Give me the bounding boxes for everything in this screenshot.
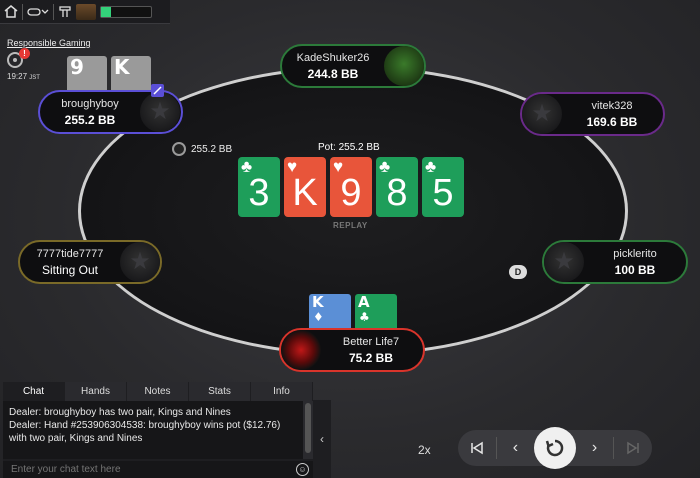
star-icon: ★ [149, 98, 171, 125]
avatar [384, 46, 424, 86]
poker-table-window: Responsible Gaming ! 19:27 JST 9 K broug… [0, 0, 700, 478]
card-rank: 5 [432, 172, 454, 214]
skip-start-icon [471, 441, 483, 455]
bet-chips: 255.2 BB [172, 142, 232, 156]
tab-info[interactable]: Info [251, 382, 313, 401]
card-rank: 8 [386, 172, 408, 214]
clock-time-value: 19:27 [7, 72, 28, 81]
board-card-4: ♣ 8 [376, 157, 418, 217]
hero-card-2: A ♣ [355, 293, 397, 332]
player-seat-hero[interactable]: Better Life7 75.2 BB [279, 328, 425, 372]
time-bank-fill [101, 6, 111, 17]
skip-end-icon [627, 441, 639, 455]
edit-note-icon[interactable] [151, 84, 164, 97]
bet-amount: 255.2 BB [191, 143, 233, 155]
chip-icon [172, 142, 186, 156]
player-stack: 100 BB [614, 262, 656, 277]
alert-badge: ! [19, 48, 30, 59]
tab-stats[interactable]: Stats [189, 382, 251, 401]
card-suit: ♦ [313, 310, 324, 324]
view-toggle-icon[interactable] [27, 3, 49, 21]
replay-watermark: REPLAY [333, 221, 368, 230]
step-back-button[interactable]: ‹ [497, 430, 535, 466]
player-seat-vitek328[interactable]: ★ vitek328 169.6 BB [520, 92, 665, 136]
tab-chat[interactable]: Chat [3, 382, 65, 401]
top-toolbar [0, 0, 170, 24]
card-rank: 9 [340, 172, 362, 214]
player-name: 7777tide7777 [36, 247, 104, 260]
star-icon: ★ [531, 100, 553, 127]
chat-message: Dealer: broughyboy has two pair, Kings a… [9, 407, 231, 418]
time-bank-meter [100, 5, 152, 18]
skip-to-end-button[interactable] [614, 430, 652, 466]
board-card-1: ♣ 3 [238, 157, 280, 217]
clock-time: 19:27 JST [7, 72, 40, 81]
dealer-button: D [509, 265, 527, 279]
tab-hands[interactable]: Hands [65, 382, 127, 401]
chat-log: Dealer: broughyboy has two pair, Kings a… [3, 401, 303, 459]
player-stack: 255.2 BB [64, 112, 116, 127]
card-rank: 9 [70, 55, 84, 79]
board-card-3: ♥ 9 [330, 157, 372, 217]
player-seat-picklerito[interactable]: ★ picklerito 100 BB [542, 240, 688, 284]
card-suit: ♣ [359, 310, 370, 324]
toolbar-divider [53, 3, 54, 20]
player-name: Better Life7 [342, 335, 400, 348]
chat-scrollbar[interactable] [303, 401, 313, 459]
table-thumbnail[interactable] [76, 3, 96, 20]
card-rank: K [292, 172, 318, 214]
star-icon: ★ [553, 248, 575, 275]
step-forward-button[interactable]: › [576, 430, 614, 466]
player-name: picklerito [613, 247, 657, 260]
replay-icon [545, 439, 564, 457]
player-seat-7777tide7777[interactable]: 7777tide7777 Sitting Out ★ [18, 240, 162, 284]
hero-card-1: K ♦ [309, 293, 351, 332]
player-stack: 244.8 BB [307, 66, 359, 81]
card-rank: K [114, 55, 130, 79]
chat-panel: Chat Hands Notes Stats Info Dealer: brou… [3, 382, 313, 478]
chat-tabs: Chat Hands Notes Stats Info [3, 382, 313, 401]
home-icon[interactable] [4, 3, 18, 21]
player-name: KadeShuker26 [296, 51, 370, 64]
toolbar-divider [22, 3, 23, 20]
avatar: ★ [140, 92, 180, 132]
tab-notes[interactable]: Notes [127, 382, 189, 401]
player-stack: 75.2 BB [348, 350, 394, 365]
chat-input[interactable] [3, 461, 313, 478]
player-name: broughyboy [61, 97, 119, 110]
chevron-right-icon: › [591, 439, 598, 456]
menu-icon[interactable] [58, 3, 72, 21]
player-stack: 169.6 BB [586, 114, 638, 129]
player-seat-kadeshuker26[interactable]: KadeShuker26 244.8 BB [280, 44, 426, 88]
pot-label: Pot: 255.2 BB [318, 142, 380, 153]
avatar: ★ [544, 242, 584, 282]
player-status: Sitting Out [41, 262, 99, 277]
chevron-left-icon: ‹ [320, 432, 324, 446]
board-card-2: ♥ K [284, 157, 326, 217]
replay-speed[interactable]: 2x [418, 443, 431, 457]
player-name: vitek328 [591, 99, 633, 112]
avatar: ★ [120, 242, 160, 282]
board-card-5: ♣ 5 [422, 157, 464, 217]
replay-button[interactable] [534, 427, 576, 469]
card-rank: 3 [248, 172, 270, 214]
chevron-left-icon: ‹ [512, 439, 519, 456]
card-rank: K [312, 293, 324, 311]
card-rank: A [358, 293, 370, 311]
avatar: ★ [522, 94, 562, 134]
clock-time-zone: JST [29, 75, 40, 81]
collapse-chat-button[interactable]: ‹ [313, 400, 331, 478]
responsible-gaming-link[interactable]: Responsible Gaming [7, 38, 91, 48]
chat-message: Dealer: Hand #253906304538: broughyboy w… [9, 420, 281, 444]
star-icon: ★ [129, 248, 151, 275]
chat-scrollbar-thumb[interactable] [305, 403, 311, 453]
skip-to-start-button[interactable] [458, 430, 496, 466]
avatar [281, 330, 321, 370]
emoji-icon[interactable]: ☺ [296, 463, 309, 476]
